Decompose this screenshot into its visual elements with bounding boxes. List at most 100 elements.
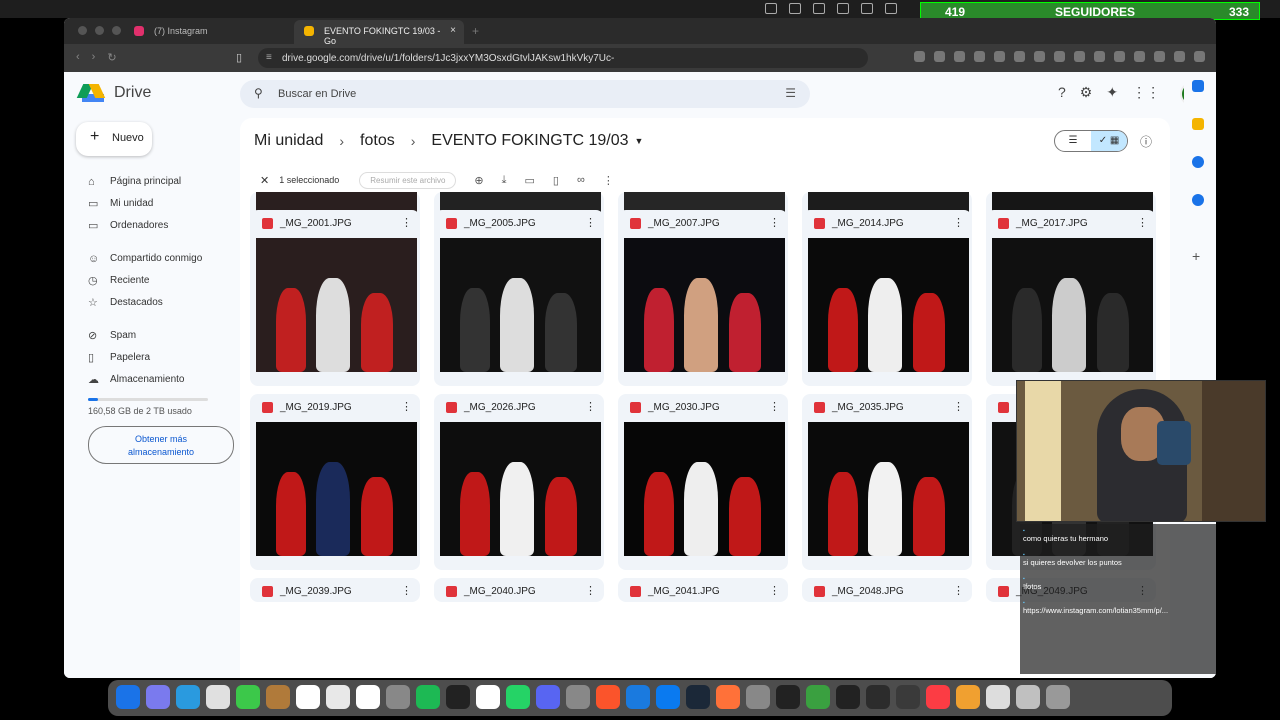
file-card[interactable]: _MG_2007.JPG ⋮ (618, 210, 788, 386)
file-card[interactable]: _MG_2040.JPG ⋮ (434, 578, 604, 602)
dock-app-icon[interactable] (566, 685, 590, 709)
more-options-icon[interactable]: ⋮ (1137, 216, 1148, 229)
extension-icon[interactable] (914, 51, 925, 62)
extension-icon[interactable] (994, 51, 1005, 62)
gear-icon[interactable]: ⚙ (1080, 84, 1093, 101)
bookmark-icon[interactable]: ▯ (236, 51, 242, 64)
extension-icon[interactable] (1154, 51, 1165, 62)
reload-icon[interactable]: ↻ (107, 51, 116, 64)
new-tab-button[interactable]: + (472, 24, 479, 38)
link-icon[interactable]: ∞ (577, 174, 585, 186)
more-options-icon[interactable]: ⋮ (769, 216, 780, 229)
dock-app-icon[interactable] (1016, 685, 1040, 709)
dock-app-icon[interactable] (386, 685, 410, 709)
extension-icon[interactable] (1134, 51, 1145, 62)
site-settings-icon[interactable]: ≡ (266, 52, 272, 63)
dock-app-icon[interactable] (956, 685, 980, 709)
more-options-icon[interactable]: ⋮ (769, 400, 780, 413)
sidebar-item-storage[interactable]: ☁ Almacenamiento (84, 372, 184, 388)
more-options-icon[interactable]: ⋮ (953, 584, 964, 597)
status-icon[interactable] (765, 3, 777, 14)
sidebar-item-recent[interactable]: ◷ Reciente (84, 273, 149, 289)
more-options-icon[interactable]: ⋮ (603, 174, 614, 187)
breadcrumb-fotos[interactable]: fotos (360, 132, 395, 150)
share-icon[interactable]: ⊕ (474, 174, 483, 187)
dock-app-icon[interactable] (296, 685, 320, 709)
more-options-icon[interactable]: ⋮ (401, 400, 412, 413)
file-card[interactable]: _MG_2001.JPG ⋮ (250, 210, 420, 386)
file-card[interactable]: _MG_2041.JPG ⋮ (618, 578, 788, 602)
add-addon-icon[interactable]: + (1192, 249, 1204, 263)
extension-icon[interactable] (1114, 51, 1125, 62)
search-input[interactable]: ⚲ Buscar en Drive ☰ (240, 80, 810, 108)
trash-icon[interactable]: ▯ (553, 174, 559, 187)
dock-app-icon[interactable] (116, 685, 140, 709)
extension-icon[interactable] (1014, 51, 1025, 62)
file-card[interactable]: _MG_2035.JPG ⋮ (802, 394, 972, 570)
help-icon[interactable]: ? (1058, 84, 1066, 101)
gemini-icon[interactable]: ✦ (1106, 84, 1118, 101)
dock-app-icon[interactable] (506, 685, 530, 709)
summarize-button[interactable]: Resumir este archivo (359, 171, 457, 189)
more-options-icon[interactable]: ⋮ (401, 584, 412, 597)
clear-selection-icon[interactable]: ✕ (260, 174, 269, 187)
dock-app-icon[interactable] (686, 685, 710, 709)
status-icon[interactable] (789, 3, 801, 14)
dock-app-icon[interactable] (746, 685, 770, 709)
dock-app-icon[interactable] (356, 685, 380, 709)
extension-icon[interactable] (1194, 51, 1205, 62)
dock-app-icon[interactable] (146, 685, 170, 709)
dock-app-icon[interactable] (836, 685, 860, 709)
dock-app-icon[interactable] (776, 685, 800, 709)
extension-icon[interactable] (1074, 51, 1085, 62)
status-icon[interactable] (861, 3, 873, 14)
dock-app-icon[interactable] (326, 685, 350, 709)
grid-view-icon[interactable]: ✓ ▦ (1091, 131, 1127, 151)
dock-app-icon[interactable] (866, 685, 890, 709)
back-icon[interactable]: ‹ (76, 51, 80, 64)
dock-app-icon[interactable] (1046, 685, 1070, 709)
dock-app-icon[interactable] (536, 685, 560, 709)
extension-icon[interactable] (1174, 51, 1185, 62)
status-icon[interactable] (885, 3, 897, 14)
dock-app-icon[interactable] (716, 685, 740, 709)
keep-icon[interactable] (1192, 118, 1204, 130)
extension-icon[interactable] (1094, 51, 1105, 62)
extension-icon[interactable] (974, 51, 985, 62)
dock-app-icon[interactable] (236, 685, 260, 709)
status-icon[interactable] (837, 3, 849, 14)
dock-app-icon[interactable] (926, 685, 950, 709)
forward-icon[interactable]: › (92, 51, 96, 64)
move-icon[interactable]: ▭ (525, 174, 535, 187)
drive-logo[interactable]: Drive (76, 82, 151, 104)
contacts-icon[interactable] (1192, 194, 1204, 206)
dock-app-icon[interactable] (206, 685, 230, 709)
download-icon[interactable]: ⤓ (502, 174, 507, 187)
dock-app-icon[interactable] (656, 685, 680, 709)
file-card[interactable]: _MG_2019.JPG ⋮ (250, 394, 420, 570)
more-options-icon[interactable]: ⋮ (953, 400, 964, 413)
dock-app-icon[interactable] (446, 685, 470, 709)
extension-icon[interactable] (1054, 51, 1065, 62)
search-filter-icon[interactable]: ☰ (785, 86, 796, 100)
dock-app-icon[interactable] (986, 685, 1010, 709)
get-more-storage-button[interactable]: Obtener más almacenamiento (88, 426, 234, 464)
more-options-icon[interactable]: ⋮ (585, 400, 596, 413)
extension-icon[interactable] (1034, 51, 1045, 62)
zoom-window-button[interactable] (112, 26, 121, 35)
tasks-icon[interactable] (1192, 156, 1204, 168)
list-view-icon[interactable]: ☰ (1055, 131, 1091, 151)
file-card[interactable]: _MG_2017.JPG ⋮ (986, 210, 1156, 386)
apps-grid-icon[interactable]: ⋮⋮ (1132, 84, 1160, 101)
tab-drive[interactable]: EVENTO FOKINGTC 19/03 - Go × (294, 20, 464, 46)
more-options-icon[interactable]: ⋮ (585, 216, 596, 229)
file-card[interactable]: _MG_2014.JPG ⋮ (802, 210, 972, 386)
file-card[interactable]: _MG_2030.JPG ⋮ (618, 394, 788, 570)
more-options-icon[interactable]: ⋮ (401, 216, 412, 229)
close-window-button[interactable] (78, 26, 87, 35)
calendar-icon[interactable] (1192, 80, 1204, 92)
sidebar-item-shared[interactable]: ☺ Compartido conmigo (84, 251, 202, 267)
dock-app-icon[interactable] (626, 685, 650, 709)
sidebar-item-spam[interactable]: ⊘ Spam (84, 328, 136, 344)
minimize-window-button[interactable] (95, 26, 104, 35)
